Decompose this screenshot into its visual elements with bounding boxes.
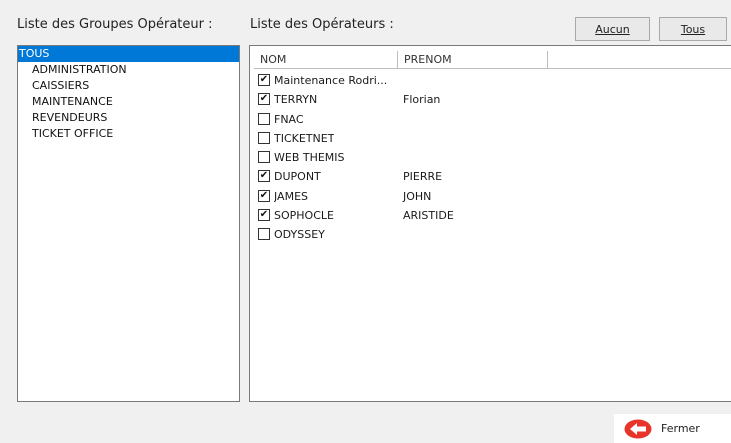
close-button[interactable]: Fermer xyxy=(614,414,731,443)
operator-checkbox[interactable]: ✔ xyxy=(258,189,270,202)
operators-list-label: Liste des Opérateurs : xyxy=(250,17,394,32)
operator-checkbox[interactable]: ✔ xyxy=(258,93,270,106)
close-button-label: Fermer xyxy=(661,422,700,435)
operator-prenom: JOHN xyxy=(403,189,432,203)
table-row[interactable]: FNAC xyxy=(256,110,731,129)
operator-checkbox[interactable]: ✔ xyxy=(258,170,270,183)
operator-checkbox[interactable] xyxy=(258,112,270,125)
back-arrow-icon xyxy=(624,419,652,438)
operator-nom: TERRYN xyxy=(274,93,318,107)
table-row[interactable]: ✔ JAMES JOHN xyxy=(256,187,731,206)
table-row[interactable]: ODYSSEY xyxy=(256,225,731,244)
operator-nom: SOPHOCLE xyxy=(274,209,334,223)
group-item-ticket-office[interactable]: TICKET OFFICE xyxy=(18,126,239,142)
group-item-tous[interactable]: TOUS xyxy=(18,46,239,62)
groups-list-label: Liste des Groupes Opérateur : xyxy=(17,17,213,32)
operator-checkbox[interactable]: ✔ xyxy=(258,74,270,86)
column-header-prenom[interactable]: PRENOM xyxy=(398,51,548,69)
table-row[interactable]: ✔ DUPONT PIERRE xyxy=(256,167,731,186)
operator-checkbox[interactable]: ✔ xyxy=(258,209,270,222)
table-row[interactable]: TICKETNET xyxy=(256,129,731,148)
group-item-maintenance[interactable]: MAINTENANCE xyxy=(18,94,239,110)
column-header-nom[interactable]: NOM xyxy=(254,51,398,69)
group-list: TOUS ADMINISTRATION CAISSIERS MAINTENANC… xyxy=(18,46,239,142)
operator-checkbox[interactable] xyxy=(258,228,270,241)
operator-prenom: Florian xyxy=(403,93,441,107)
operator-nom: TICKETNET xyxy=(274,131,335,145)
table-row[interactable]: ✔ TERRYN Florian xyxy=(256,90,731,109)
operator-checkbox[interactable] xyxy=(258,131,270,144)
group-item-administration[interactable]: ADMINISTRATION xyxy=(18,62,239,78)
operator-nom: JAMES xyxy=(274,189,308,203)
operators-rows: ✔ Maintenance Rodri... ✔ TERRYN Florian … xyxy=(256,71,731,245)
select-none-button[interactable]: Aucun xyxy=(575,17,650,41)
operator-nom: WEB THEMIS xyxy=(274,151,345,165)
operator-nom: FNAC xyxy=(274,112,304,126)
operator-nom: ODYSSEY xyxy=(274,228,325,242)
operator-checkbox[interactable] xyxy=(258,151,270,164)
operator-nom: Maintenance Rodri... xyxy=(274,74,388,87)
group-item-caissiers[interactable]: CAISSIERS xyxy=(18,78,239,94)
group-item-revendeurs[interactable]: REVENDEURS xyxy=(18,110,239,126)
operator-prenom: PIERRE xyxy=(403,170,443,184)
operator-nom: DUPONT xyxy=(274,170,321,184)
table-row[interactable]: ✔ SOPHOCLE ARISTIDE xyxy=(256,206,731,225)
table-row[interactable]: ✔ Maintenance Rodri... xyxy=(256,71,731,90)
operator-prenom: ARISTIDE xyxy=(403,209,454,223)
column-header-empty xyxy=(548,51,731,69)
groups-listbox[interactable]: TOUS ADMINISTRATION CAISSIERS MAINTENANC… xyxy=(17,45,240,402)
select-all-button[interactable]: Tous xyxy=(659,17,727,41)
operators-table[interactable]: NOM PRENOM ✔ Maintenance Rodri... ✔ TERR… xyxy=(249,45,731,402)
table-row[interactable]: WEB THEMIS xyxy=(256,148,731,167)
